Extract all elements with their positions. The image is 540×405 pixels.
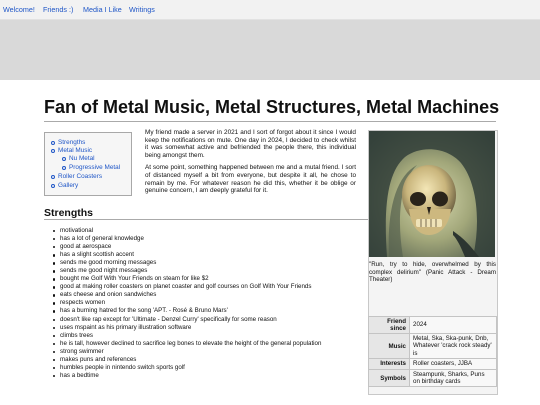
toc-link-gallery[interactable]: Gallery — [50, 182, 78, 189]
row-label: Friend since — [368, 316, 410, 334]
list-item: uses mspaint as his primary illustration… — [52, 324, 321, 332]
nav-link-friends[interactable]: Friends :) — [43, 5, 73, 14]
table-row: Symbols Steampunk, Sharks, Puns on birth… — [368, 368, 497, 388]
list-item: eats cheese and onion sandwiches — [52, 291, 321, 299]
section-divider — [44, 219, 368, 220]
list-item: humbles people in nintendo switch sports… — [52, 364, 321, 372]
table-of-contents: Strengths Metal Music Nu Metal Progressi… — [44, 132, 132, 196]
infobox-table: Friend since 2024 Music Metal, Ska, Ska-… — [368, 316, 497, 388]
list-item: has a bedtime — [52, 372, 321, 380]
intro-text: My friend made a server in 2021 and I so… — [145, 129, 356, 200]
row-value: 2024 — [409, 316, 497, 334]
list-item: doesn't like rap except for 'Ultimate - … — [52, 316, 321, 324]
section-heading-strengths: Strengths — [44, 207, 94, 219]
row-label: Symbols — [368, 368, 410, 388]
nav-link-welcome[interactable]: Welcome! — [3, 5, 35, 14]
toc-link-progressive-metal[interactable]: Progressive Metal — [61, 164, 120, 171]
nav-link-media[interactable]: Media I Like — [83, 5, 122, 14]
row-label: Interests — [368, 358, 410, 370]
list-item: strong swimmer — [52, 348, 321, 356]
table-row: Music Metal, Ska, Ska-punk, Dnb, Whateve… — [368, 332, 497, 360]
strengths-list: motivational has a lot of general knowle… — [52, 227, 322, 380]
toc-link-nu-metal[interactable]: Nu Metal — [62, 155, 95, 162]
intro-paragraph: My friend made a server in 2021 and I so… — [145, 129, 356, 159]
toc-link-strengths[interactable]: Strengths — [50, 139, 85, 146]
list-item: bought me Golf With Your Friends on stea… — [52, 275, 321, 283]
list-item: good at making roller coasters on planet… — [52, 283, 321, 291]
list-item: motivational — [52, 227, 321, 235]
skull-illustration — [369, 131, 495, 257]
list-item: sends me good morning messages — [52, 259, 321, 267]
list-item: sends me good night messages — [52, 267, 321, 275]
nav-link-writings[interactable]: Writings — [129, 5, 155, 14]
top-navigation: Welcome! Friends :) Media I Like Writing… — [0, 0, 540, 20]
row-value: Metal, Ska, Ska-punk, Dnb, Whatever 'cra… — [409, 332, 497, 360]
list-item: has a slight scottish accent — [52, 251, 321, 259]
list-item: has a burning hatred for the song 'APT. … — [52, 307, 321, 315]
image-caption: "Run, try to hide, overwhelmed by this c… — [369, 261, 496, 284]
list-item: respects women — [52, 299, 321, 307]
page-title: Fan of Metal Music, Metal Structures, Me… — [44, 97, 500, 117]
list-item: has a lot of general knowledge — [52, 235, 321, 243]
row-value: Steampunk, Sharks, Puns on birthday card… — [409, 368, 497, 388]
toc-link-metal-music[interactable]: Metal Music — [50, 147, 92, 154]
intro-paragraph: At some point, something happened betwee… — [145, 164, 356, 195]
table-row: Friend since 2024 — [368, 316, 497, 334]
list-item: he is tall, however declined to sacrific… — [52, 339, 322, 347]
infobox-image — [369, 131, 495, 257]
header-banner — [0, 20, 540, 80]
list-item: makes puns and references — [52, 356, 321, 364]
title-divider — [44, 121, 496, 122]
toc-link-roller-coasters[interactable]: Roller Coasters — [50, 173, 102, 180]
row-value: Roller coasters, JJBA — [409, 358, 497, 370]
row-label: Music — [368, 332, 410, 360]
table-row: Interests Roller coasters, JJBA — [368, 358, 497, 370]
list-item: climbs trees — [52, 332, 321, 340]
list-item: good at aerospace — [52, 243, 321, 251]
